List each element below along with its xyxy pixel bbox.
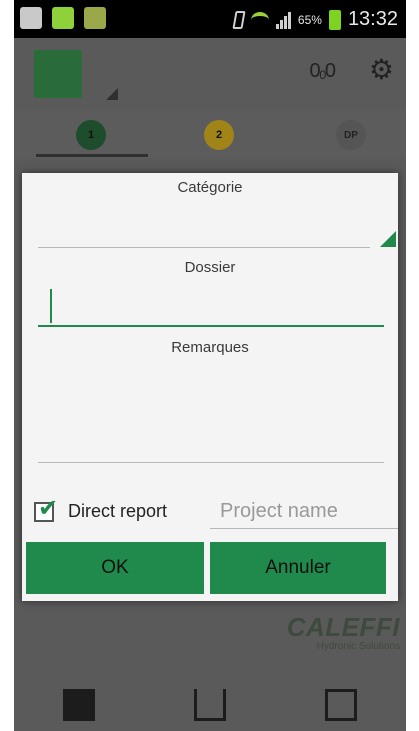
direct-report-row: ✔ Direct report (32, 495, 398, 531)
project-name-input[interactable] (210, 495, 398, 529)
app-bar: 0₀0 ⚙ (14, 38, 406, 110)
tab-bar: 1 2 DP (14, 110, 406, 158)
chart-icon[interactable] (324, 688, 357, 721)
status-bar: 65% 13:32 (14, 0, 406, 38)
categorie-spinner[interactable] (38, 247, 370, 248)
text-cursor (50, 289, 52, 323)
signal-icon (275, 11, 291, 29)
cast-icon (20, 7, 42, 29)
dossier-label: Dossier (184, 259, 236, 276)
tab-2[interactable]: 2 (204, 120, 234, 150)
bottom-toolbar (14, 678, 406, 731)
app-logo-icon[interactable] (34, 50, 82, 98)
dropdown-arrow-icon[interactable] (380, 231, 396, 247)
notification-icons (20, 7, 106, 29)
tab-dp[interactable]: DP (336, 120, 366, 150)
cancel-button[interactable]: Annuler (210, 542, 386, 594)
categorie-label: Catégorie (177, 179, 243, 196)
brand-name: CALEFFI (286, 612, 400, 642)
checkmark-icon: ✔ (38, 495, 59, 522)
battery-icon (328, 9, 341, 30)
battery-percent: 65% (297, 12, 322, 27)
dossier-input[interactable] (38, 287, 384, 327)
new-measure-dialog: Catégorie Dossier Remarques ✔ Direct rep… (22, 173, 398, 601)
direct-report-checkbox[interactable]: ✔ (34, 495, 58, 522)
share-icon[interactable] (193, 688, 226, 721)
wifi-icon (250, 11, 269, 28)
ok-button[interactable]: OK (26, 542, 204, 594)
status-indicators: 65% 13:32 (232, 8, 398, 31)
stop-icon[interactable] (63, 688, 96, 721)
direct-report-label: Direct report (68, 501, 168, 521)
remarques-input[interactable] (38, 363, 384, 463)
gear-icon[interactable]: ⚙ (369, 56, 394, 84)
android-icon (52, 7, 74, 29)
clock: 13:32 (347, 8, 398, 30)
remarques-label: Remarques (171, 339, 249, 356)
brand-logo: CALEFFI Hydronic Solutions (287, 612, 400, 652)
tab-indicator (36, 154, 148, 157)
bluetooth-icon (232, 10, 246, 29)
drops-icon[interactable]: 0₀0 (309, 60, 336, 83)
tab-1[interactable]: 1 (76, 120, 106, 150)
image-icon (84, 7, 106, 29)
app-menu-indicator-icon (106, 88, 118, 100)
